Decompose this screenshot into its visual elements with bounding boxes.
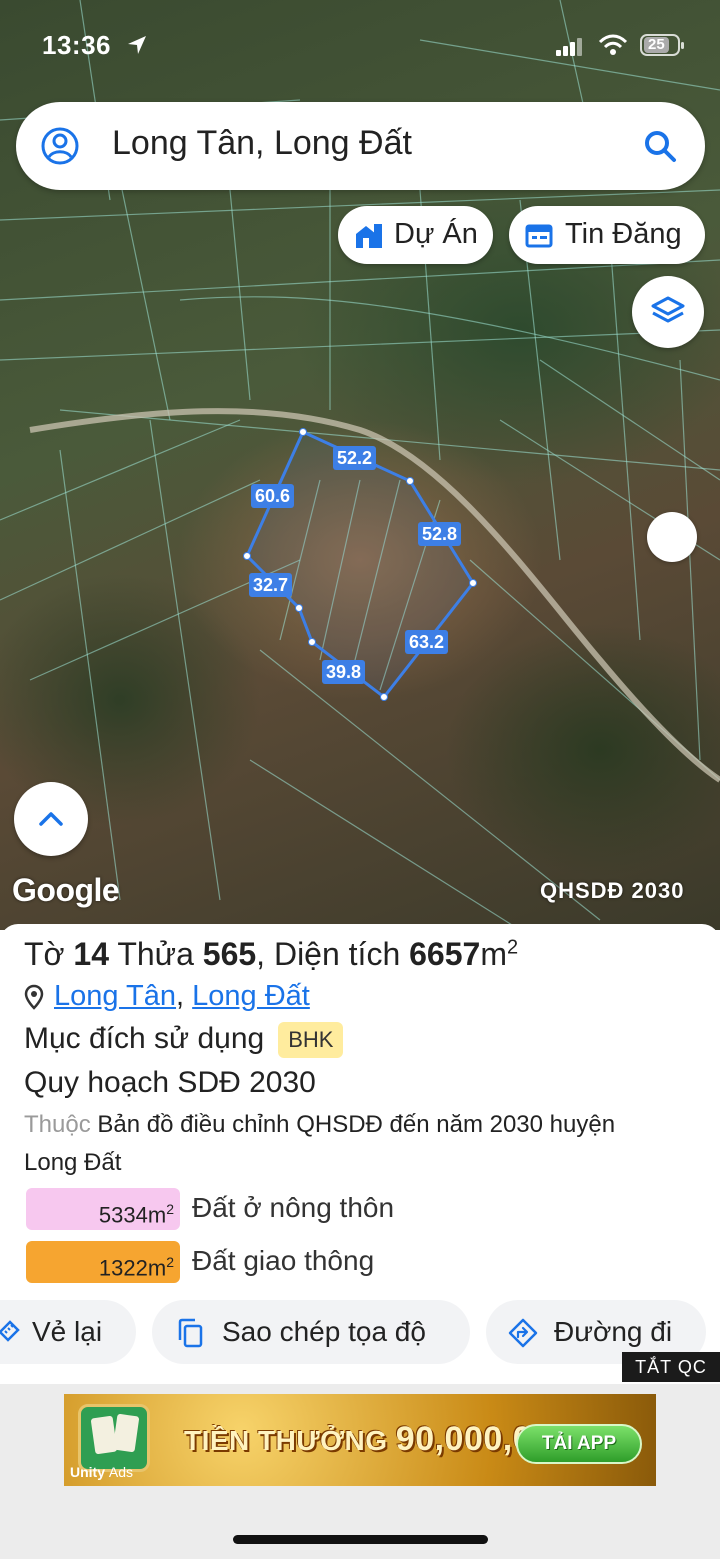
- plan-title: Quy hoạch SDĐ 2030: [24, 1066, 316, 1099]
- status-time: 13:36: [42, 30, 111, 60]
- parcel-title: Tờ 14 Thửa 565, Diện tích 6657m2: [24, 936, 519, 972]
- parcel-address: Long Tân, Long Đất: [24, 980, 310, 1013]
- plan-description: Thuộc Bản đồ điều chỉnh QHSDĐ đến năm 20…: [24, 1111, 616, 1176]
- redraw-label: Vẻ lại: [32, 1316, 103, 1347]
- parcel-edge-label: 60.6: [251, 484, 295, 508]
- commune-link[interactable]: Long Tân: [54, 980, 176, 1012]
- land-use-name: Đất ở nông thôn: [192, 1192, 395, 1223]
- battery-icon: 25: [640, 34, 684, 56]
- ruler-icon: [0, 1320, 20, 1342]
- listings-label: Tin Đăng: [565, 218, 682, 250]
- mahjong-tile-icon: [78, 1404, 150, 1472]
- lot-number: 565: [202, 936, 257, 972]
- district-link[interactable]: Long Đất: [192, 980, 310, 1012]
- redraw-button[interactable]: Vẻ lại: [0, 1300, 136, 1364]
- cellular-signal-icon: [556, 38, 582, 56]
- google-logo: Google: [12, 872, 120, 908]
- search-input[interactable]: Long Tân, Long Đất: [112, 124, 412, 163]
- wifi-icon: [598, 34, 628, 55]
- calendar-icon: [525, 224, 553, 248]
- land-use-area: 5334m2: [26, 1188, 180, 1230]
- unity-ads-label: Unity Ads: [70, 1464, 134, 1480]
- parcel-edge-label: 63.2: [405, 630, 449, 654]
- parcel-edge-label: 32.7: [249, 573, 293, 597]
- action-bar: Vẻ lại Sao chép tọa độ Đường đi: [0, 1300, 720, 1366]
- land-use-purpose: Mục đích sử dụng BHK: [24, 1022, 344, 1059]
- ad-download-button[interactable]: TẢI APP: [516, 1424, 642, 1464]
- user-account-icon[interactable]: [40, 126, 80, 166]
- status-bar: 13:36 25: [0, 28, 720, 68]
- ad-banner[interactable]: Unity Ads TIỀN THƯỞNG 90,000,000Đ TẢI AP…: [64, 1394, 656, 1486]
- ad-container: Unity Ads TIỀN THƯỞNG 90,000,000Đ TẢI AP…: [0, 1384, 720, 1559]
- sheet-number: 14: [73, 936, 110, 972]
- projects-chip[interactable]: Dự Án: [338, 206, 493, 264]
- layers-button[interactable]: [632, 276, 704, 348]
- parcel-edge-label: 52.2: [333, 446, 377, 470]
- layers-icon: [651, 296, 685, 323]
- directions-label: Đường đi: [554, 1316, 673, 1347]
- listings-chip[interactable]: Tin Đăng: [509, 206, 705, 264]
- location-pin-icon: [24, 985, 44, 1011]
- area-value: 6657: [409, 936, 481, 972]
- copy-icon: [178, 1318, 203, 1348]
- parcel-edge-label: 52.8: [418, 522, 462, 546]
- search-bar[interactable]: Long Tân, Long Đất: [16, 102, 705, 190]
- purpose-code-badge: BHK: [278, 1022, 344, 1059]
- home-indicator[interactable]: [233, 1535, 488, 1544]
- copy-coordinates-button[interactable]: Sao chép tọa độ: [152, 1300, 470, 1364]
- parcel-edge-label: 39.8: [322, 660, 366, 684]
- map-view[interactable]: 60.6 52.2 52.8 63.2 39.8 32.7 13:36 25 L…: [0, 0, 720, 930]
- directions-icon: [508, 1318, 538, 1348]
- close-ad-button[interactable]: TẮT QC: [622, 1352, 720, 1382]
- land-use-name: Đất giao thông: [192, 1245, 375, 1276]
- building-icon: [356, 224, 382, 248]
- copy-coordinates-label: Sao chép tọa độ: [222, 1316, 426, 1347]
- location-arrow-icon: [128, 36, 146, 54]
- land-use-area: 1322m2: [26, 1241, 180, 1283]
- search-icon[interactable]: [642, 128, 678, 164]
- projects-label: Dự Án: [394, 218, 478, 250]
- expand-up-button[interactable]: [14, 782, 88, 856]
- map-layer-label: QHSDĐ 2030: [540, 878, 685, 903]
- map-side-button[interactable]: [647, 512, 697, 562]
- chevron-up-icon: [39, 812, 63, 826]
